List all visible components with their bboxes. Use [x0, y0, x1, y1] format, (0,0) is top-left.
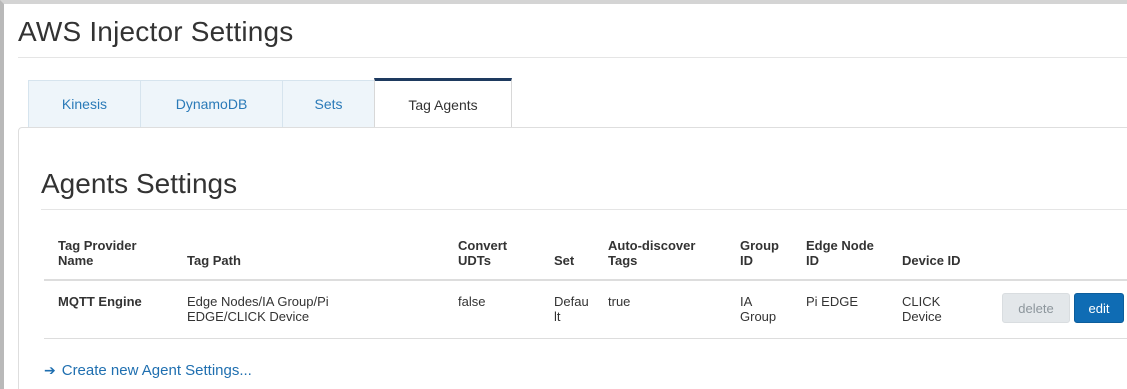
section-divider	[41, 209, 1127, 210]
tab-tag-agents[interactable]: Tag Agents	[374, 78, 512, 128]
cell-auto-discover: true	[608, 294, 631, 309]
header-auto-discover-tags: Auto-discover Tags	[608, 238, 696, 268]
page-title: AWS Injector Settings	[18, 16, 294, 47]
tab-kinesis[interactable]: Kinesis	[28, 80, 140, 128]
cell-edge-node-id: Pi EDGE	[806, 294, 859, 309]
header-device-id: Device ID	[902, 253, 961, 268]
header-tag-provider-name: Tag Provider Name	[58, 238, 137, 268]
delete-button[interactable]: delete	[1002, 293, 1070, 323]
header-set: Set	[554, 253, 575, 268]
table-row-divider	[44, 338, 1127, 339]
table-header-divider	[44, 279, 1127, 281]
header-convert-udts: Convert UDTs	[458, 238, 508, 268]
header-group-id: Group ID	[740, 238, 779, 268]
create-agent-settings-link[interactable]: ➔ Create new Agent Settings...	[44, 362, 252, 379]
cell-group-id: IA Group	[740, 294, 777, 324]
cell-set: Defau lt	[554, 294, 589, 324]
cell-convert-udts: false	[458, 294, 486, 309]
cell-device-id: CLICK Device	[902, 294, 942, 324]
tab-sets[interactable]: Sets	[282, 80, 374, 128]
title-divider	[18, 57, 1127, 58]
header-tag-path: Tag Path	[187, 253, 241, 268]
section-title: Agents Settings	[41, 168, 238, 199]
cell-tag-provider: MQTT Engine	[58, 294, 142, 309]
edit-button[interactable]: edit	[1074, 293, 1124, 323]
cell-tag-path: Edge Nodes/IA Group/Pi EDGE/CLICK Device	[187, 294, 329, 324]
tab-dynamodb[interactable]: DynamoDB	[140, 80, 282, 128]
arrow-right-icon: ➔	[44, 362, 56, 378]
header-edge-node-id: Edge Node ID	[806, 238, 874, 268]
app-frame: AWS Injector Settings Kinesis DynamoDB S…	[0, 0, 1127, 389]
tab-bar: Kinesis DynamoDB Sets Tag Agents	[28, 78, 512, 128]
create-agent-settings-label: Create new Agent Settings...	[61, 362, 252, 379]
